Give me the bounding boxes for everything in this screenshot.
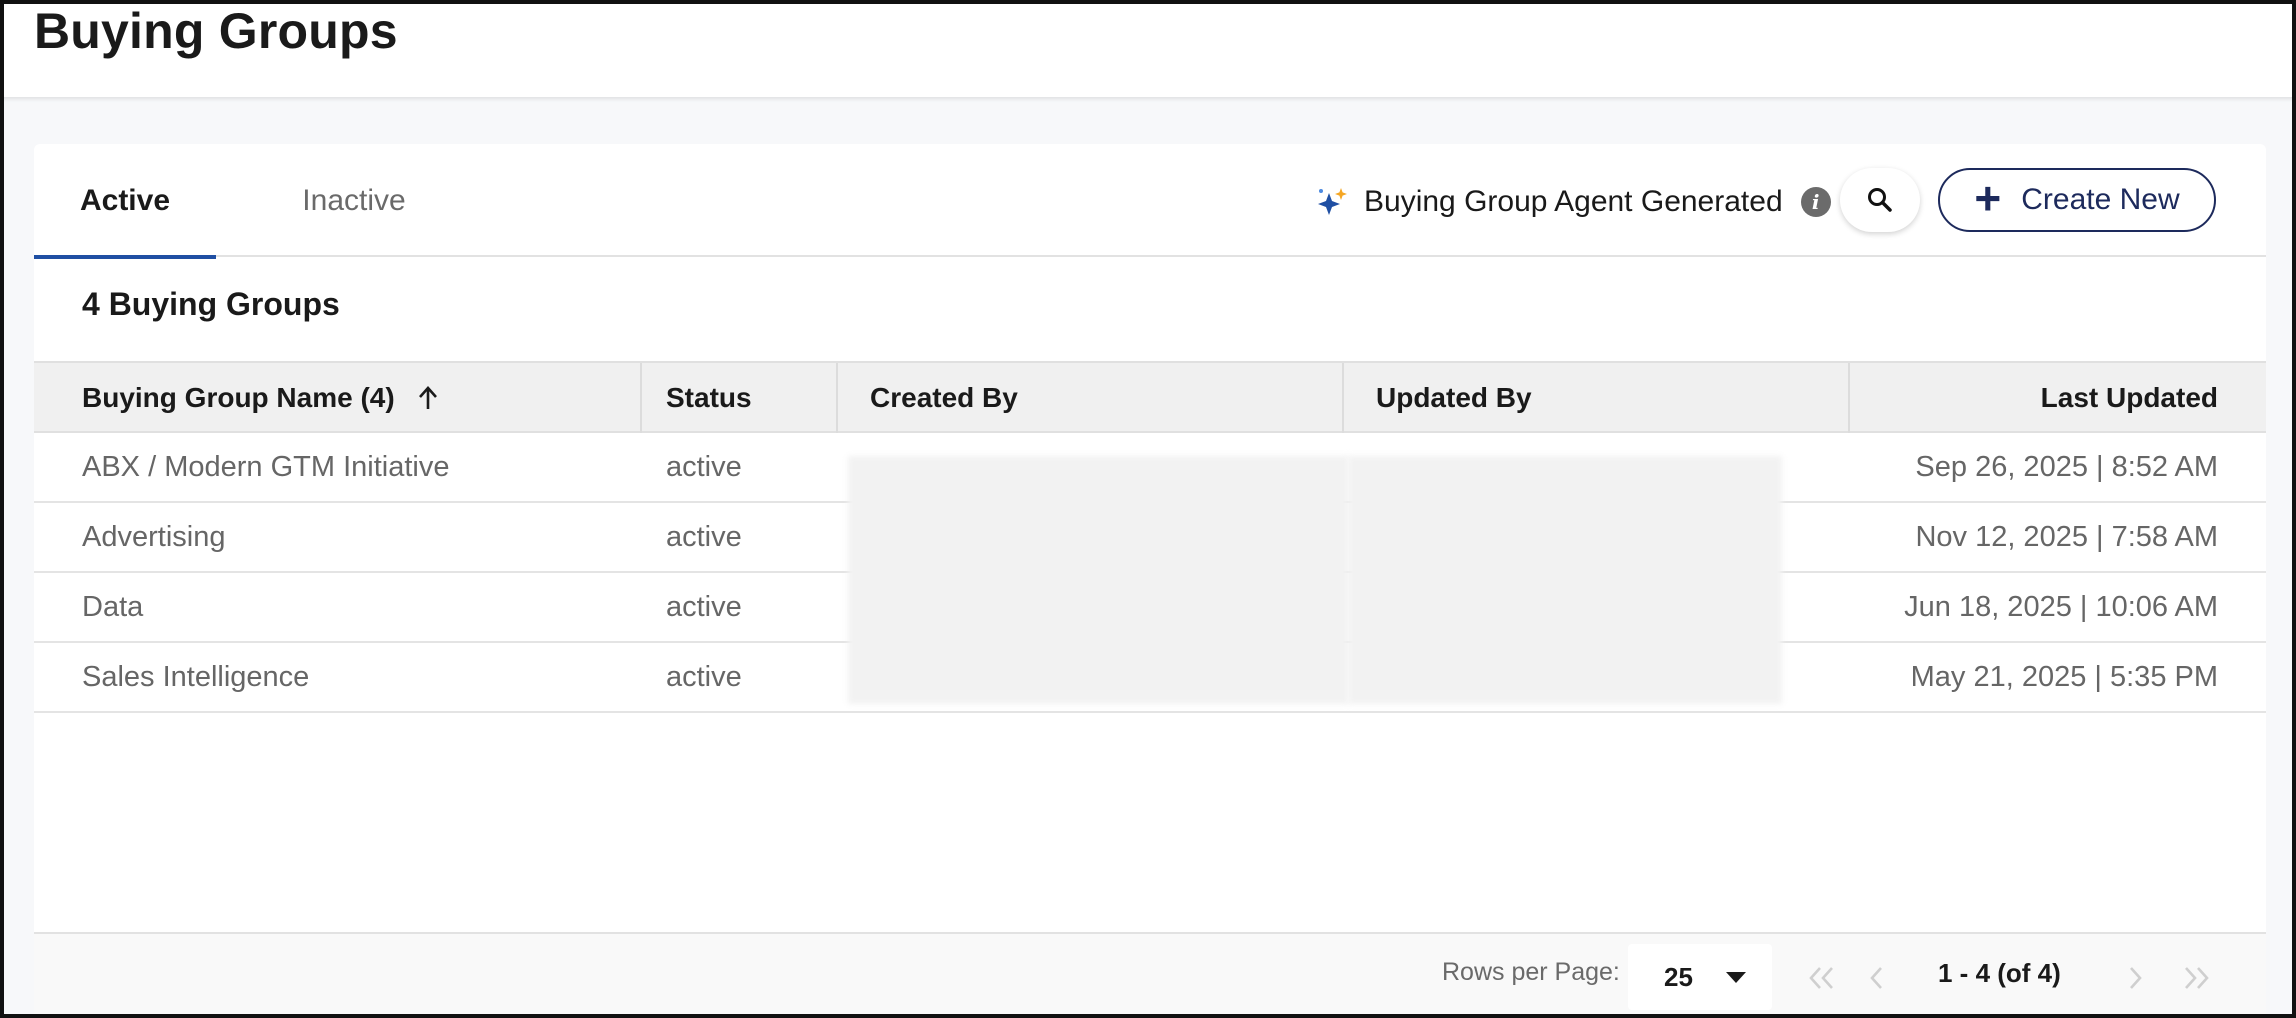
column-divider: [836, 363, 838, 433]
next-page-icon[interactable]: [2116, 958, 2156, 998]
cell-name[interactable]: Advertising: [82, 503, 225, 571]
rows-per-page-select[interactable]: 25: [1628, 944, 1772, 1010]
agent-generated-label: Buying Group Agent Generated: [1364, 185, 1783, 218]
rows-per-page-value: 25: [1664, 961, 1693, 992]
tab-active[interactable]: Active: [34, 144, 216, 259]
cell-last-updated: May 21, 2025 | 5:35 PM: [1910, 660, 2218, 693]
sparkle-icon: [1318, 188, 1347, 215]
column-header-name[interactable]: Buying Group Name (4): [82, 363, 439, 433]
column-divider: [640, 363, 642, 433]
cell-status: active: [666, 590, 742, 623]
cell-status: active: [666, 520, 742, 553]
search-icon: [1868, 188, 1892, 212]
column-header-name-label: Buying Group Name (4): [82, 382, 395, 413]
create-new-label: Create New: [2021, 183, 2180, 216]
tab-inactive[interactable]: Inactive: [264, 144, 444, 257]
page-range-label: 1 - 4 (of 4): [1938, 958, 2061, 988]
cell-name[interactable]: ABX / Modern GTM Initiative: [82, 433, 449, 501]
first-page-icon[interactable]: [1802, 958, 1842, 998]
rows-per-page-label: Rows per Page:: [1442, 958, 1620, 986]
table-header: Buying Group Name (4) Status Created By …: [34, 361, 2266, 433]
tab-bar: Active Inactive Buying Group Agent Gener…: [34, 144, 2266, 259]
cell-last-updated: Jun 18, 2025 | 10:06 AM: [1904, 590, 2218, 623]
previous-page-icon[interactable]: [1856, 958, 1896, 998]
buying-groups-count: 4 Buying Groups: [82, 286, 340, 322]
buying-groups-card: Active Inactive Buying Group Agent Gener…: [34, 144, 2266, 1018]
column-divider: [1848, 363, 1850, 433]
create-new-button[interactable]: + Create New: [1938, 168, 2216, 232]
agent-generated-filter: Buying Group Agent Generated i: [1316, 180, 1831, 224]
cell-status: active: [666, 450, 742, 483]
info-icon[interactable]: i: [1800, 187, 1831, 217]
search-button[interactable]: [1840, 168, 1920, 232]
cell-last-updated: Sep 26, 2025 | 8:52 AM: [1915, 450, 2218, 483]
cell-name[interactable]: Sales Intelligence: [82, 643, 309, 711]
plus-icon: +: [1974, 172, 2002, 224]
chevron-down-icon: [1726, 972, 1746, 983]
cell-last-updated: Nov 12, 2025 | 7:58 AM: [1915, 520, 2218, 553]
column-header-updated-by[interactable]: Updated By: [1376, 363, 1532, 433]
cell-status: active: [666, 660, 742, 693]
last-page-icon[interactable]: [2176, 958, 2216, 998]
redacted-created-by: [848, 456, 1348, 704]
page-header: Buying Groups: [0, 0, 2296, 97]
pagination-bar: Rows per Page: 25 1 - 4 (of 4): [34, 932, 2266, 1018]
column-header-status[interactable]: Status: [666, 363, 752, 433]
column-divider: [1342, 363, 1344, 433]
column-header-created-by[interactable]: Created By: [870, 363, 1018, 433]
cell-name[interactable]: Data: [82, 573, 143, 641]
arrow-up-icon[interactable]: [417, 385, 439, 411]
page-title: Buying Groups: [34, 3, 398, 59]
redacted-updated-by: [1348, 456, 1782, 704]
column-header-last-updated[interactable]: Last Updated: [2041, 363, 2218, 433]
